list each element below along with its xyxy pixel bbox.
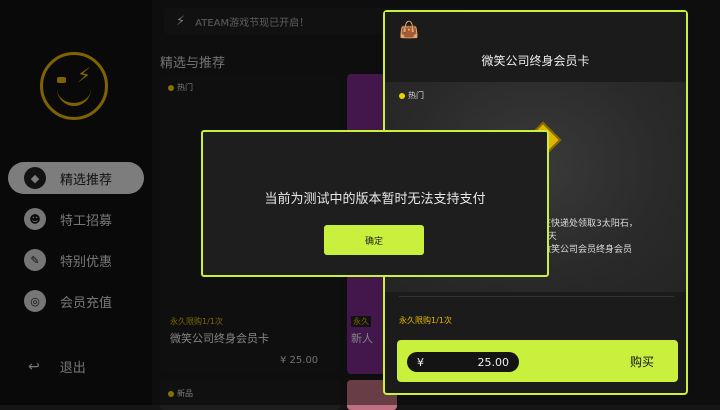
- divider: [399, 296, 674, 297]
- buy-label: 购买: [629, 355, 654, 369]
- detail-header: 👜 微笑公司终身会员卡: [385, 12, 686, 82]
- confirm-button[interactable]: 确定: [324, 225, 424, 255]
- detail-title: 微笑公司终身会员卡: [481, 54, 590, 68]
- dot-icon: [399, 92, 405, 99]
- payment-unavailable-dialog: 当前为测试中的版本暂时无法支持支付 确定: [201, 130, 549, 277]
- buy-button[interactable]: ¥ 25.00 购买: [397, 340, 678, 382]
- purchase-limit: 永久限购1/1次: [399, 316, 452, 325]
- bag-icon: 👜: [399, 20, 419, 39]
- hot-tag: 热门: [399, 90, 424, 101]
- dialog-message: 当前为测试中的版本暂时无法支持支付: [264, 192, 486, 207]
- currency-symbol: ¥: [417, 355, 424, 369]
- price-value: 25.00: [477, 355, 510, 369]
- price-pill: ¥ 25.00: [407, 352, 519, 372]
